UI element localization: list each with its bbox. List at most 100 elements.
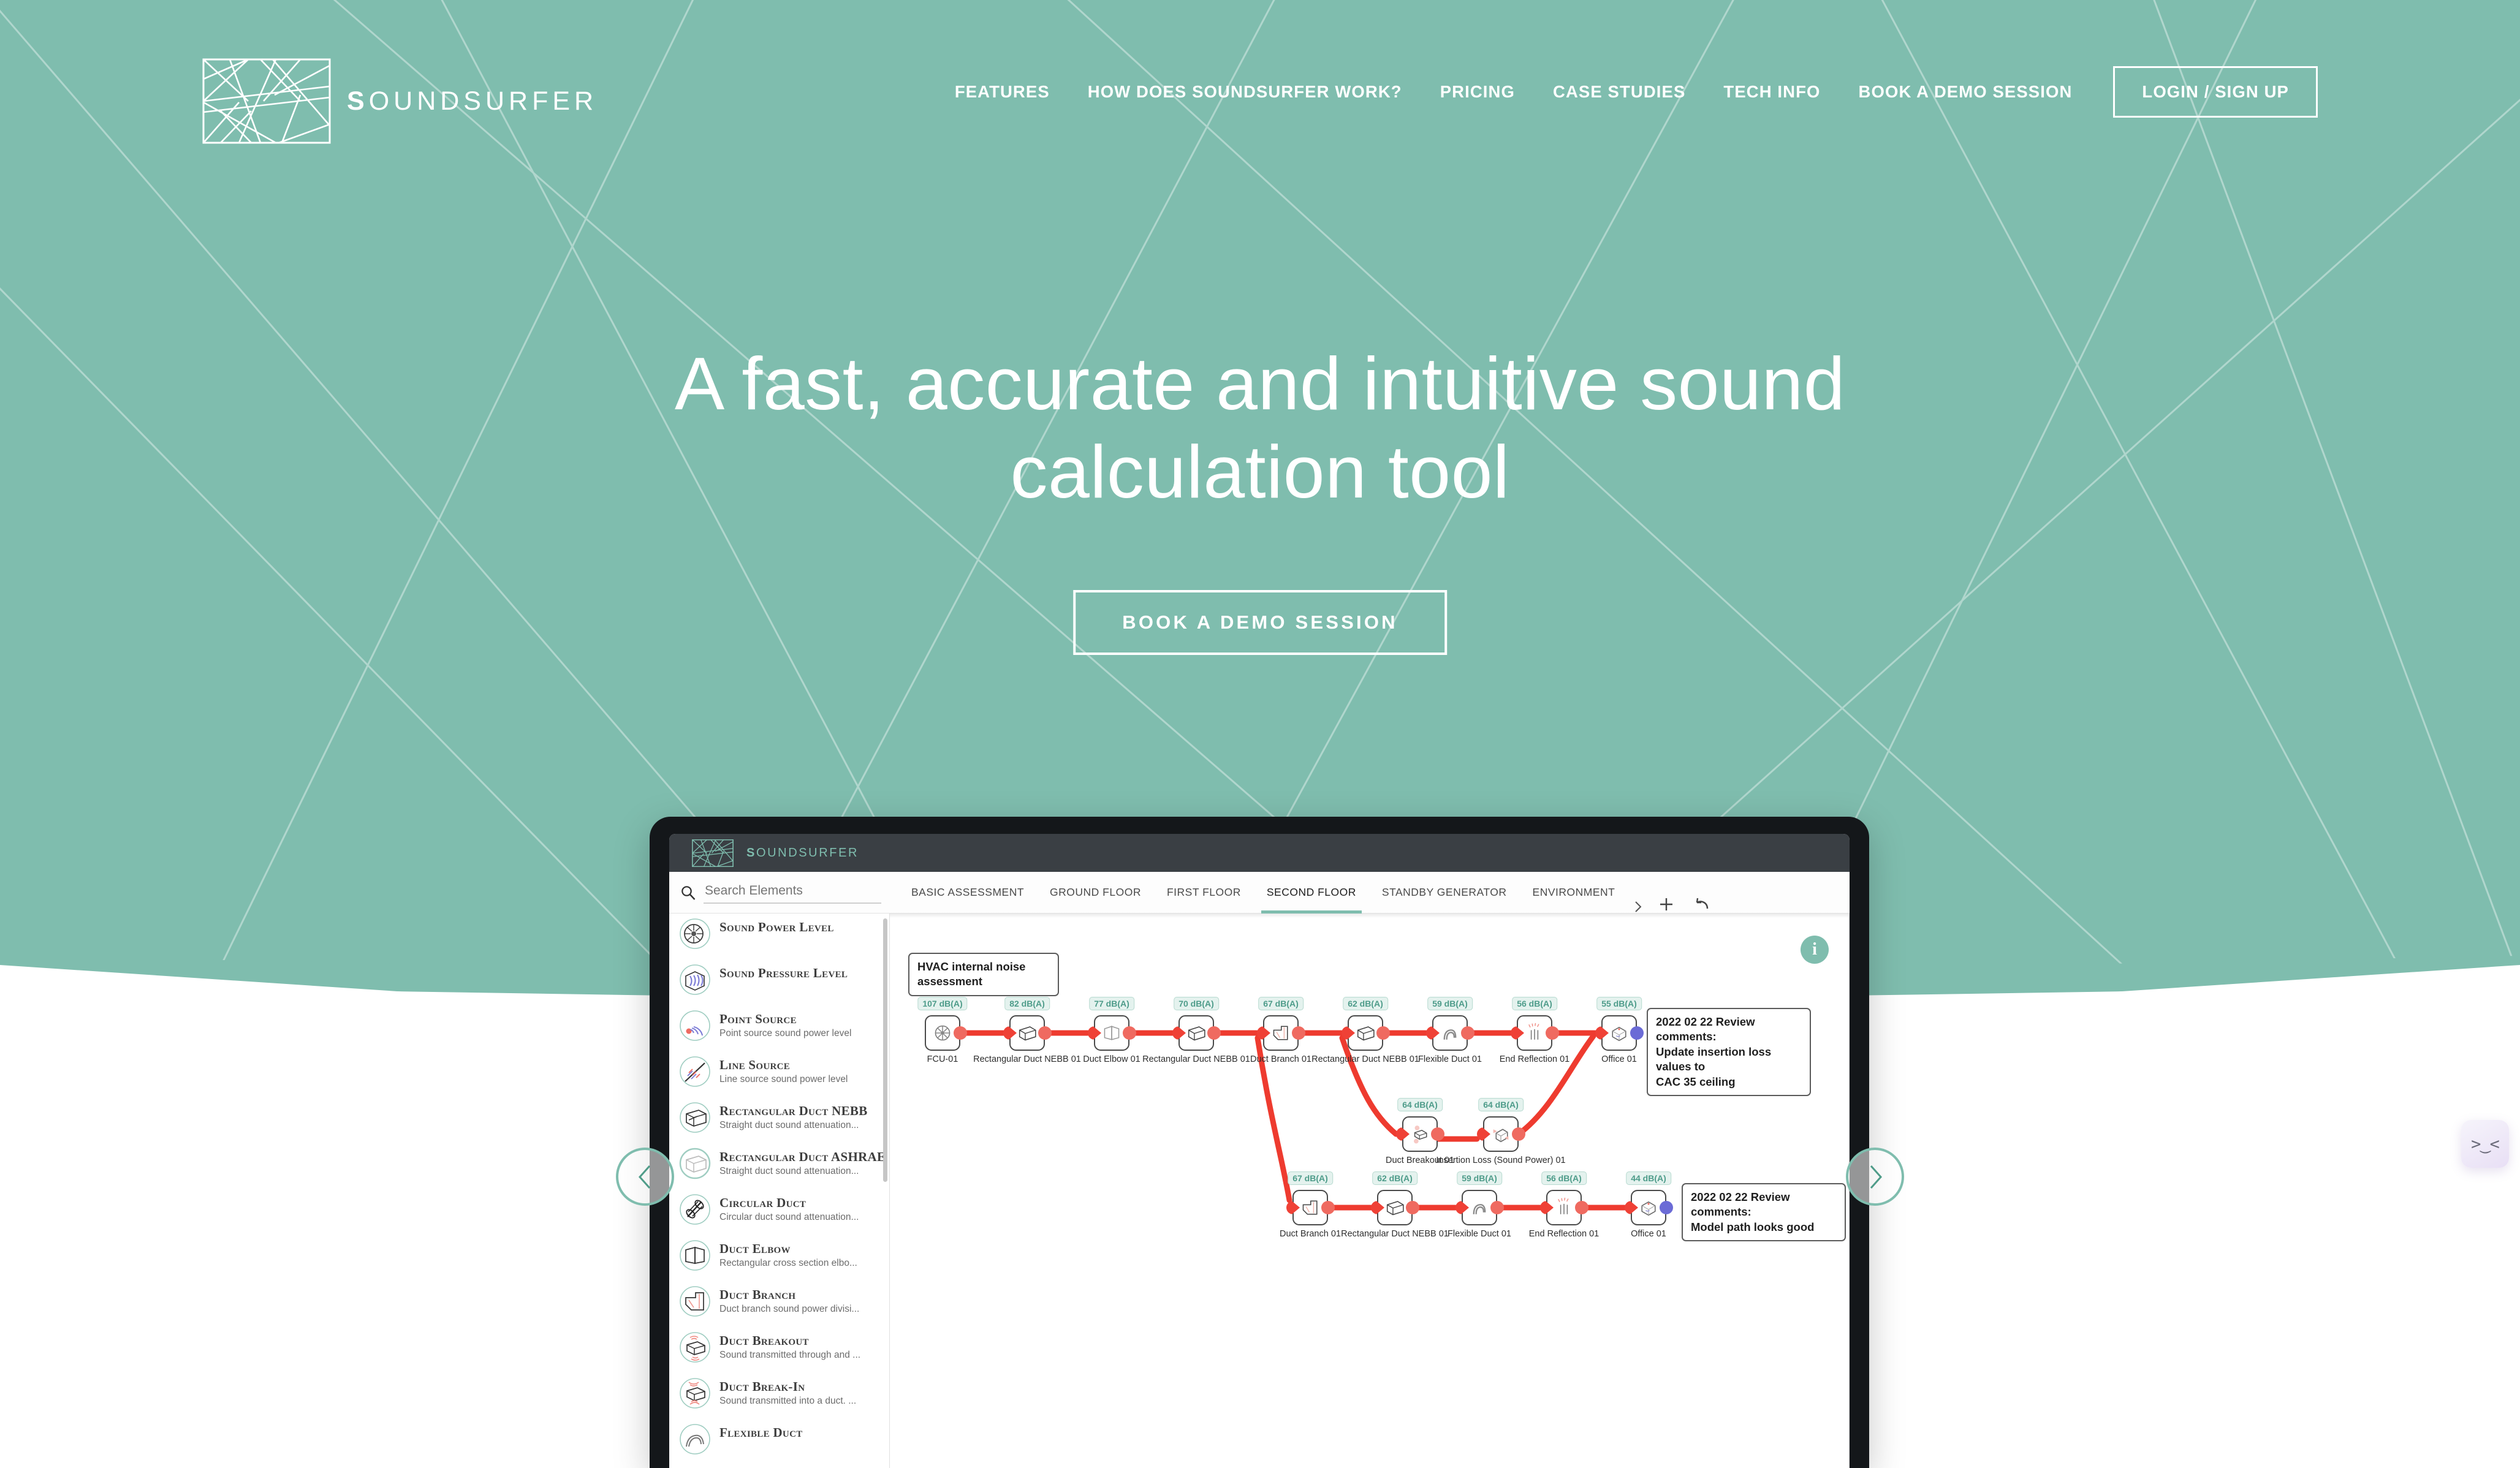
nav-link-book-demo[interactable]: BOOK A DEMO SESSION <box>1840 82 2092 102</box>
sidebar-item-flexible-duct[interactable]: Flexible Duct <box>669 1419 889 1465</box>
sidebar-item-rectangular-duct-nebb[interactable]: Rectangular Duct NEBB Straight duct soun… <box>669 1097 889 1143</box>
carousel-prev-button[interactable] <box>616 1148 674 1206</box>
sidebar-item-title: Rectangular Duct ASHRAE <box>719 1149 886 1164</box>
sidebar-item-title: Flexible Duct <box>719 1425 803 1440</box>
node-fcu-01[interactable]: 107 dB(A) FCU-01 <box>917 997 968 1064</box>
tab-environment[interactable]: ENVIRONMENT <box>1520 872 1628 914</box>
tab-standby-generator[interactable]: STANDBY GENERATOR <box>1369 872 1520 914</box>
room-waves-icon <box>680 964 710 995</box>
carousel-next-button[interactable] <box>1846 1148 1904 1206</box>
node-port-out[interactable] <box>1406 1201 1419 1214</box>
sidebar-item-point-source[interactable]: Point Source Point source sound power le… <box>669 1005 889 1051</box>
node-port-out[interactable] <box>1376 1026 1390 1040</box>
node-port-out[interactable] <box>1431 1127 1444 1141</box>
rect-duct-icon <box>680 1102 710 1133</box>
search-icon[interactable] <box>680 885 696 901</box>
sidebar-item-title: Point Source <box>719 1012 797 1026</box>
sidebar-item-sound-pressure-level[interactable]: Sound Pressure Level <box>669 959 889 1005</box>
sidebar-item-title: Sound Power Level <box>719 920 834 934</box>
node-end-reflection-01-bottom[interactable]: 56 dB(A) End Reflection 01 <box>1529 1171 1599 1239</box>
node-rect-duct-nebb-01-c[interactable]: 62 dB(A) Rectangular Duct NEBB 01 <box>1311 997 1419 1064</box>
node-port-out[interactable] <box>954 1026 967 1040</box>
node-port-sink[interactable] <box>1630 1026 1644 1040</box>
flexible-duct-icon <box>680 1424 710 1455</box>
node-insertion-loss-01[interactable]: 64 dB(A) Insertion Loss (Sound Power) 01 <box>1436 1098 1566 1165</box>
node-port-out[interactable] <box>1490 1201 1504 1214</box>
sidebar-item-duct-break-in[interactable]: Duct Break-In Sound transmitted into a d… <box>669 1373 889 1419</box>
node-port-out[interactable] <box>1512 1127 1525 1141</box>
fan-icon <box>680 918 710 949</box>
node-port-sink[interactable] <box>1660 1201 1673 1214</box>
brand-logo[interactable]: SOUNDSURFER <box>202 58 598 144</box>
sidebar-item-sound-power-level[interactable]: Sound Power Level <box>669 914 889 959</box>
app-logo-icon <box>692 839 734 867</box>
node-duct-branch-01-top[interactable]: 67 dB(A) Duct Branch 01 <box>1250 997 1311 1064</box>
sidebar-item-duct-breakout[interactable]: Duct Breakout Sound transmitted through … <box>669 1327 889 1373</box>
nav-link-pricing[interactable]: PRICING <box>1421 82 1534 102</box>
node-value-badge: 62 dB(A) <box>1343 997 1388 1010</box>
node-label: End Reflection 01 <box>1528 1229 1600 1239</box>
node-duct-breakout-01[interactable]: 64 dB(A) Duct Breakout 01 <box>1386 1098 1454 1165</box>
hvac-node-diagram: HVAC internal noise assessment 107 dB(A)… <box>890 914 1850 1468</box>
duct-elbow-icon <box>680 1240 710 1271</box>
tabs-next-chevron-icon[interactable] <box>1631 900 1645 914</box>
sidebar-item-circular-duct[interactable]: Circular Duct Circular duct sound attenu… <box>669 1189 889 1235</box>
node-rect-duct-nebb-01-bottom[interactable]: 62 dB(A) Rectangular Duct NEBB 01 <box>1341 1171 1449 1239</box>
chat-widget-button[interactable]: >‿< <box>2461 1120 2509 1168</box>
review-comment-1[interactable]: 2022 02 22 Review comments: Update inser… <box>1647 1008 1811 1097</box>
diagram-canvas[interactable]: i HVAC internal noise assessment 107 dB(… <box>890 914 1850 1468</box>
node-port-out[interactable] <box>1461 1026 1474 1040</box>
site-header: SOUNDSURFER FEATURES HOW DOES SOUNDSURFE… <box>0 0 2520 184</box>
soundsurfer-logo-icon <box>202 58 331 144</box>
hero-title-line-1: A fast, accurate and intuitive sound <box>674 342 1846 425</box>
point-source-icon <box>680 1010 710 1041</box>
diagram-title-note[interactable]: HVAC internal noise assessment <box>908 953 1059 996</box>
node-value-badge: 67 dB(A) <box>1258 997 1304 1010</box>
node-value-badge: 64 dB(A) <box>1478 1098 1524 1111</box>
nav-link-features[interactable]: FEATURES <box>936 82 1069 102</box>
node-label: Duct Branch 01 <box>1280 1229 1341 1239</box>
sidebar-item-line-source[interactable]: Line Source Line source sound power leve… <box>669 1051 889 1097</box>
node-value-badge: 56 dB(A) <box>1512 997 1557 1010</box>
nav-link-tech-info[interactable]: TECH INFO <box>1704 82 1839 102</box>
node-flexible-duct-01-top[interactable]: 59 dB(A) Flexible Duct 01 <box>1418 997 1482 1064</box>
tab-first-floor[interactable]: FIRST FLOOR <box>1154 872 1254 914</box>
node-office-01-top[interactable]: 55 dB(A) Office 01 <box>1595 997 1644 1064</box>
chevron-right-icon <box>1870 1165 1882 1189</box>
review-comment-2[interactable]: 2022 02 22 Review comments: Model path l… <box>1682 1183 1846 1242</box>
node-port-out[interactable] <box>1292 1026 1305 1040</box>
search-input[interactable] <box>704 881 881 904</box>
node-value-badge: 67 dB(A) <box>1288 1171 1333 1185</box>
undo-icon[interactable] <box>1693 895 1711 914</box>
book-demo-button[interactable]: BOOK A DEMO SESSION <box>1073 590 1447 655</box>
elements-sidebar[interactable]: Sound Power Level Sound Pressure Level P… <box>669 914 890 1468</box>
sidebar-scrollbar[interactable] <box>883 918 887 1182</box>
tab-ground-floor[interactable]: GROUND FLOOR <box>1037 872 1154 914</box>
node-rect-duct-nebb-01-b[interactable]: 70 dB(A) Rectangular Duct NEBB 01 <box>1142 997 1250 1064</box>
sidebar-item-duct-elbow[interactable]: Duct Elbow Rectangular cross section elb… <box>669 1235 889 1281</box>
node-port-out[interactable] <box>1321 1201 1335 1214</box>
tab-second-floor[interactable]: SECOND FLOOR <box>1254 872 1369 914</box>
nav-link-how-it-works[interactable]: HOW DOES SOUNDSURFER WORK? <box>1069 82 1421 102</box>
node-port-out[interactable] <box>1038 1026 1052 1040</box>
node-label: Duct Branch 01 <box>1250 1054 1311 1064</box>
node-port-out[interactable] <box>1207 1026 1221 1040</box>
node-duct-elbow-01[interactable]: 77 dB(A) Duct Elbow 01 <box>1083 997 1140 1064</box>
login-signup-button[interactable]: LOGIN / SIGN UP <box>2113 66 2318 118</box>
node-port-out[interactable] <box>1546 1026 1559 1040</box>
node-port-out[interactable] <box>1123 1026 1136 1040</box>
nav-link-case-studies[interactable]: CASE STUDIES <box>1534 82 1704 102</box>
sidebar-item-rectangular-duct-ashrae[interactable]: Rectangular Duct ASHRAE Straight duct so… <box>669 1143 889 1189</box>
node-duct-branch-01-bottom[interactable]: 67 dB(A) Duct Branch 01 <box>1280 1171 1341 1239</box>
node-port-out[interactable] <box>1575 1201 1588 1214</box>
search-box <box>669 881 898 904</box>
sidebar-item-desc: Rectangular cross section elbo... <box>719 1258 857 1268</box>
node-end-reflection-01-top[interactable]: 56 dB(A) End Reflection 01 <box>1500 997 1569 1064</box>
node-rect-duct-nebb-01-a[interactable]: 82 dB(A) Rectangular Duct NEBB 01 <box>973 997 1081 1064</box>
line-source-icon <box>680 1056 710 1087</box>
node-flexible-duct-01-bottom[interactable]: 59 dB(A) Flexible Duct 01 <box>1448 1171 1511 1239</box>
tab-basic-assessment[interactable]: BASIC ASSESSMENT <box>898 872 1037 914</box>
sidebar-item-duct-branch[interactable]: Duct Branch Duct branch sound power divi… <box>669 1281 889 1327</box>
node-office-01-bottom[interactable]: 44 dB(A) Office 01 <box>1625 1171 1673 1239</box>
add-tab-icon[interactable] <box>1657 895 1676 914</box>
